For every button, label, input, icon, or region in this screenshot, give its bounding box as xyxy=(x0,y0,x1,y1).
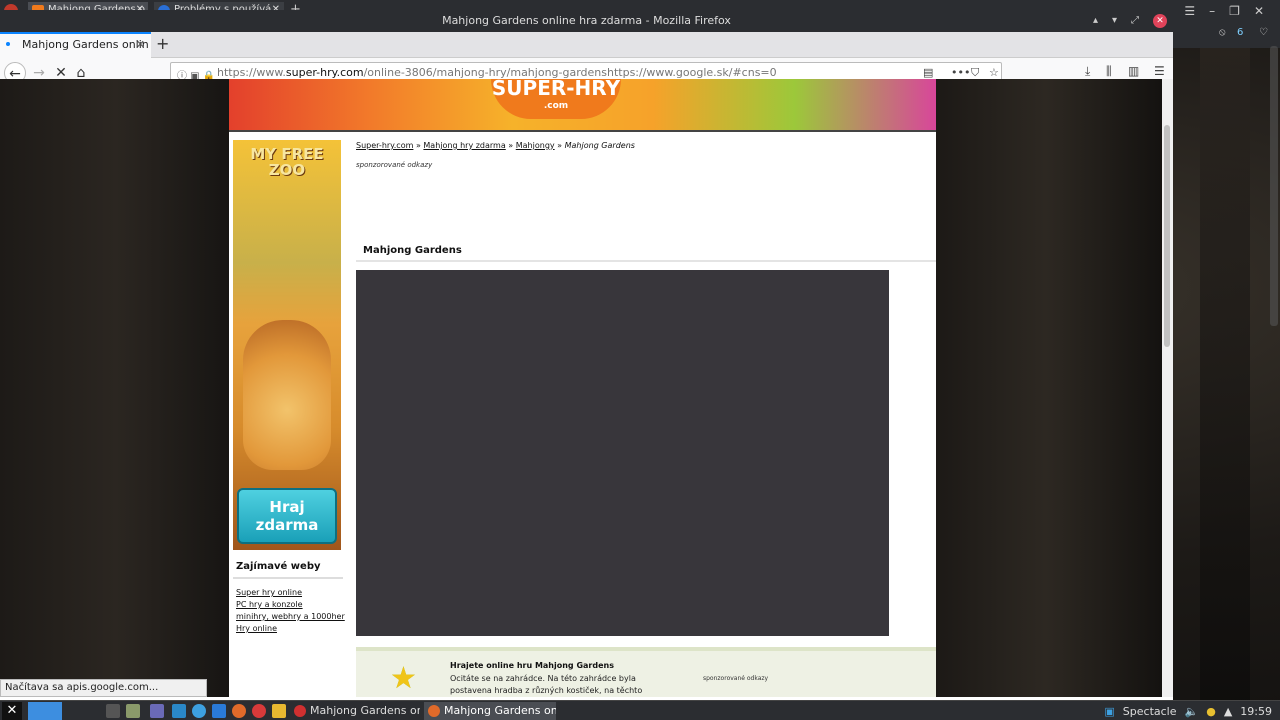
star-icon: ★ xyxy=(390,661,417,696)
game-frame[interactable] xyxy=(356,270,889,636)
sidebar-link[interactable]: Hry online xyxy=(236,623,345,635)
game-title: Mahjong Gardens xyxy=(363,245,462,256)
library-icon[interactable]: ⫼ xyxy=(1106,64,1112,79)
sponsored-label: sponzorované odkazy xyxy=(703,675,769,682)
sidebar-link[interactable]: minihry, webhry a 1000her xyxy=(236,611,345,623)
power-icon[interactable]: ● xyxy=(1206,705,1216,718)
close-icon[interactable]: ✕ xyxy=(1254,4,1264,18)
kde-icon[interactable] xyxy=(212,704,226,718)
sidebar-links: Super hry online PC hry a konzole minihr… xyxy=(236,587,345,635)
taskbar-window-label: Mahjong Gardens onlin... xyxy=(444,704,556,717)
tray-app-label[interactable]: Spectacle xyxy=(1123,705,1177,718)
taskbar-window-firefox[interactable]: Mahjong Gardens onlin... xyxy=(424,702,556,720)
sponsored-label: sponzorované odkazy xyxy=(356,161,433,169)
tab-mahjong-gardens[interactable]: Mahjong Gardens onlin ✕ xyxy=(0,32,151,58)
new-tab-button[interactable]: + xyxy=(156,34,169,53)
site-logo[interactable]: SUPER-HRY .com xyxy=(491,79,621,119)
terminal-icon[interactable] xyxy=(106,704,120,718)
breadcrumb-separator: » xyxy=(557,141,563,150)
url-text: https://www.super-hry.com/online-3806/ma… xyxy=(217,66,777,79)
status-bar: Načítava sa apis.google.com... xyxy=(0,679,207,697)
divider xyxy=(356,260,936,262)
system-panel-controls: ☰ – ❐ ✕ xyxy=(1184,0,1280,22)
background-scrollbar[interactable] xyxy=(1270,46,1278,326)
breadcrumb-separator: » xyxy=(415,141,421,150)
web-content: SUPER-HRY .com MY FREE ZOO Hraj zdarma Z… xyxy=(0,79,1162,697)
extension-badge: 6 xyxy=(1237,27,1244,38)
heart-icon[interactable]: ♡ xyxy=(1259,27,1268,38)
breadcrumb-link[interactable]: Mahjongy xyxy=(516,141,555,150)
vivaldi-icon[interactable] xyxy=(252,704,266,718)
info-description: Ocitáte se na zahrádce. Na této zahrádce… xyxy=(450,674,643,695)
keep-above-icon[interactable]: ▴ xyxy=(1093,10,1098,32)
minimize-icon[interactable]: – xyxy=(1209,4,1215,18)
page-scrollbar[interactable] xyxy=(1162,79,1173,697)
firefox-icon[interactable] xyxy=(232,704,246,718)
loading-favicon-icon xyxy=(6,42,10,46)
window-title: Mahjong Gardens online hra zdarma - Mozi… xyxy=(442,14,731,27)
system-tray: ▣ Spectacle 🔈 ● ▲ 19:59 xyxy=(1104,701,1272,720)
spectacle-icon[interactable]: ▣ xyxy=(1104,705,1114,718)
close-tab-icon[interactable]: ✕ xyxy=(136,38,145,51)
sidebar-icon[interactable]: ▥ xyxy=(1128,64,1139,78)
files-icon[interactable] xyxy=(126,704,140,718)
sidebar-link[interactable]: PC hry a konzole xyxy=(236,599,345,611)
page-body: SUPER-HRY .com MY FREE ZOO Hraj zdarma Z… xyxy=(229,79,936,697)
app-menu-icon[interactable]: ✕ xyxy=(2,702,22,720)
menu-icon[interactable]: ☰ xyxy=(1154,64,1165,78)
downloads-icon[interactable]: ⤓ xyxy=(1085,64,1090,79)
restore-icon[interactable]: ❐ xyxy=(1229,4,1240,18)
volume-icon[interactable]: 🔈 xyxy=(1185,705,1199,718)
minimize-icon[interactable]: ▾ xyxy=(1112,10,1117,32)
close-window-button[interactable]: ✕ xyxy=(1153,14,1167,28)
background-window-strip: ⦸ 6 ♡ xyxy=(1173,22,1280,48)
sidebar-link[interactable]: Super hry online xyxy=(236,587,345,599)
url-host: super-hry.com xyxy=(285,66,364,79)
site-banner[interactable]: SUPER-HRY .com xyxy=(229,79,936,132)
browser-icon[interactable] xyxy=(192,704,206,718)
firefox-icon xyxy=(428,705,440,717)
sidebar-heading: Zajímavé weby xyxy=(236,561,321,572)
software-icon[interactable] xyxy=(172,704,186,718)
breadcrumb-separator: » xyxy=(508,141,514,150)
clock[interactable]: 19:59 xyxy=(1240,705,1272,718)
page-actions-icon[interactable]: ••• xyxy=(951,66,970,79)
window-titlebar: Mahjong Gardens online hra zdarma - Mozi… xyxy=(0,10,1173,32)
taskbar-window-label: Mahjong Gardens onli... xyxy=(310,704,420,717)
info-title: Hrajete online hru Mahjong Gardens xyxy=(450,661,614,670)
ad-play-button[interactable]: Hraj zdarma xyxy=(237,488,337,544)
block-icon[interactable]: ⦸ xyxy=(1219,27,1226,38)
reader-view-icon[interactable]: ▤ xyxy=(923,66,933,79)
firefox-launcher-button[interactable] xyxy=(28,702,62,720)
scrollbar-thumb[interactable] xyxy=(1164,125,1170,347)
url-path: /online-3806/mahjong-hry/mahjong-gardens… xyxy=(363,66,777,79)
tab-bar: Mahjong Gardens onlin ✕ + xyxy=(0,32,1173,58)
bookmark-star-icon[interactable]: ☆ xyxy=(989,66,999,79)
pocket-icon[interactable]: ⛉ xyxy=(971,66,979,80)
divider xyxy=(233,577,343,579)
tray-expand-icon[interactable]: ▲ xyxy=(1224,705,1232,718)
opera-icon xyxy=(294,705,306,717)
breadcrumb-current: Mahjong Gardens xyxy=(564,141,635,150)
ad-title: MY FREE ZOO xyxy=(250,145,324,179)
breadcrumb-link[interactable]: Super-hry.com xyxy=(356,141,413,150)
zoo-ad-banner[interactable]: MY FREE ZOO Hraj zdarma xyxy=(233,140,341,550)
puzzle-icon[interactable] xyxy=(272,704,286,718)
game-info-box: ★ Hrajete online hru Mahjong Gardens Oci… xyxy=(356,647,936,697)
settings-icon[interactable] xyxy=(150,704,164,718)
taskbar-window-opera[interactable]: Mahjong Gardens onli... xyxy=(290,702,420,720)
tab-label: Mahjong Gardens onlin xyxy=(22,38,149,51)
background-tree xyxy=(1200,40,1250,700)
menu-icon[interactable]: ☰ xyxy=(1184,4,1195,18)
maximize-icon[interactable]: ⤢ xyxy=(1131,10,1139,32)
breadcrumb: Super-hry.com » Mahjong hry zdarma » Mah… xyxy=(356,141,635,150)
breadcrumb-link[interactable]: Mahjong hry zdarma xyxy=(423,141,505,150)
lion-illustration xyxy=(243,320,331,470)
taskbar: ✕ Mahjong Gardens onli... Mahjong Garden… xyxy=(0,700,1280,720)
url-scheme: https://www. xyxy=(217,66,286,79)
